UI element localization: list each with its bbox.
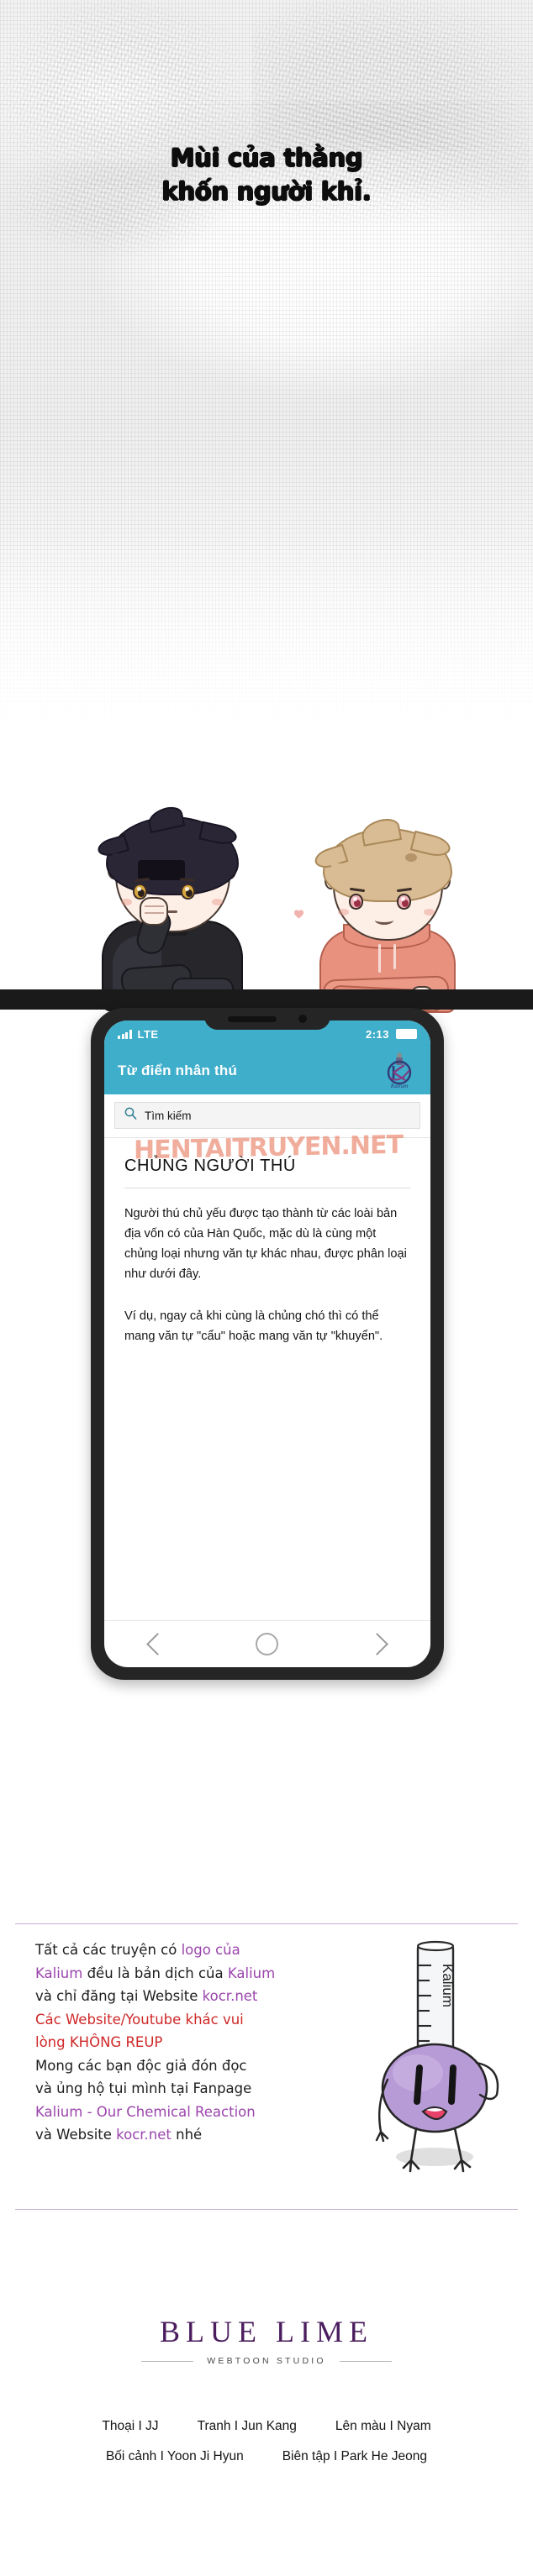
credit-item: Bối cảnh I Yoon Ji Hyun [105, 2449, 244, 2463]
notice-line: lòng KHÔNG REUP [35, 2031, 355, 2054]
notice-segment: kocr.net [116, 2127, 172, 2143]
logo-dash-right [339, 2360, 392, 2362]
credit-item: Lên màu I Nyam [335, 2419, 431, 2433]
article-paragraph-2: Ví dụ, ngay cả khi cùng là chủng chó thì… [124, 1309, 383, 1343]
clock-label: 2:13 [365, 1027, 389, 1041]
credits-list: Thoại I JJ Tranh I Jun Kang Lên màu I Ny… [0, 2419, 533, 2479]
search-input[interactable]: Tìm kiếm [114, 1102, 420, 1129]
notice-line: và Website kocr.net nhé [35, 2123, 355, 2147]
svg-text:Kalium: Kalium [390, 1083, 409, 1089]
credit-item: Thoại I JJ [102, 2419, 159, 2433]
credit-item: Tranh I Jun Kang [197, 2419, 297, 2433]
svg-text:Kalium: Kalium [440, 1964, 456, 2007]
notice-segment: lòng KHÔNG REUP [35, 2034, 163, 2050]
notice-segment: Tất cả các truyện có [35, 1942, 182, 1958]
notice-line: và chỉ đăng tại Website kocr.net [35, 1985, 355, 2008]
notice-segment: và chỉ đăng tại Website [35, 1988, 203, 2004]
notice-segment: và ủng hộ tụi mình tại Fanpage [35, 2080, 252, 2096]
notice-panel: Tất cả các truyện có logo của Kalium đều … [0, 1814, 533, 2280]
article-heading: CHỦNG NGƯỜI THÚ [124, 1157, 410, 1188]
blond-character [312, 816, 459, 1013]
phone-nav-bar [104, 1620, 430, 1667]
chevron-right-icon[interactable] [366, 1633, 389, 1655]
network-label: LTE [137, 1027, 159, 1041]
notice-segment: Kalium [227, 1965, 276, 1981]
phone-mockup: LTE 2:13 Từ điển nhân thú Kalium Tìm kiế… [91, 1008, 444, 1680]
front-camera-icon [298, 1015, 307, 1023]
notice-divider-bottom [15, 2209, 518, 2210]
hatch-texture [252, 0, 533, 151]
notice-line: và ủng hộ tụi mình tại Fanpage [35, 2077, 355, 2101]
credit-item: Biên tập I Park He Jeong [282, 2449, 428, 2463]
studio-subtitle: WEBTOON STUDIO [207, 2356, 326, 2366]
dark-haired-character [95, 804, 246, 1011]
app-title: Từ điển nhân thú [118, 1062, 238, 1078]
webtoon-page: Mùi của thằng khốn người khỉ. LTE 2:13 T… [0, 0, 533, 2576]
home-circle-icon[interactable] [256, 1633, 279, 1655]
notice-segment: Kalium [35, 1965, 83, 1981]
chevron-left-icon[interactable] [145, 1633, 169, 1655]
notice-line: Tất cả các truyện có logo của [35, 1939, 355, 1962]
title-line-1: Mùi của thằng [170, 144, 363, 172]
notice-segment: Mong các bạn độc giả đón đọc [35, 2057, 247, 2074]
studio-logo: BLUE LIME WEBTOON STUDIO [0, 2314, 533, 2366]
kalium-mascot-icon: Kalium [374, 1923, 500, 2175]
table-surface [0, 989, 533, 1010]
app-bar: Từ điển nhân thú Kalium [104, 1047, 430, 1094]
heart-icon [293, 908, 304, 919]
earpiece-speaker [228, 1015, 277, 1022]
notice-segment: đều là bản dịch của [82, 1965, 228, 1981]
search-placeholder: Tìm kiếm [145, 1109, 192, 1122]
article-body: CHỦNG NGƯỜI THÚ Người thú chủ yếu được t… [104, 1138, 430, 1346]
notice-line: Kalium - Our Chemical Reaction [35, 2101, 355, 2124]
phone-screen: LTE 2:13 Từ điển nhân thú Kalium Tìm kiế… [104, 1020, 430, 1667]
credits-panel: BLUE LIME WEBTOON STUDIO Thoại I JJ Tran… [0, 2280, 533, 2576]
kalium-logo-icon: Kalium [382, 1052, 417, 1090]
title-line-2: khốn người khỉ. [161, 177, 372, 206]
search-section: Tìm kiếm [104, 1094, 430, 1138]
battery-full-icon [396, 1029, 417, 1039]
logo-dash-left [141, 2360, 194, 2362]
notice-line: Các Website/Youtube khác vui [35, 2008, 355, 2032]
notice-segment: kocr.net [202, 1988, 258, 2004]
article-paragraph-1: Người thú chủ yếu được tạo thành từ các … [124, 1207, 407, 1281]
phone-notch [204, 1008, 330, 1030]
credit-row: Bối cảnh I Yoon Ji Hyun Biên tập I Park … [0, 2449, 533, 2464]
notice-segment: logo của [181, 1942, 240, 1958]
notice-segment: Các Website/Youtube khác vui [35, 2011, 244, 2028]
notice-text: Tất cả các truyện có logo của Kalium đều … [35, 1939, 355, 2147]
characters-group [0, 790, 533, 1013]
notice-line: Mong các bạn độc giả đón đọc [35, 2054, 355, 2078]
notice-segment: và Website [35, 2127, 117, 2143]
title-panel [0, 0, 533, 781]
signal-bars-icon [118, 1029, 132, 1039]
notice-segment: nhé [171, 2127, 203, 2143]
notice-line: Kalium đều là bản dịch của Kalium [35, 1962, 355, 1986]
search-icon [124, 1107, 137, 1124]
credit-row: Thoại I JJ Tranh I Jun Kang Lên màu I Ny… [0, 2419, 533, 2434]
studio-name: BLUE LIME [160, 2315, 373, 2348]
scene-panel: LTE 2:13 Từ điển nhân thú Kalium Tìm kiế… [0, 781, 533, 1814]
notice-segment: Kalium - Our Chemical Reaction [35, 2103, 256, 2120]
panel-title-text: Mùi của thằng khốn người khỉ. [0, 141, 533, 208]
